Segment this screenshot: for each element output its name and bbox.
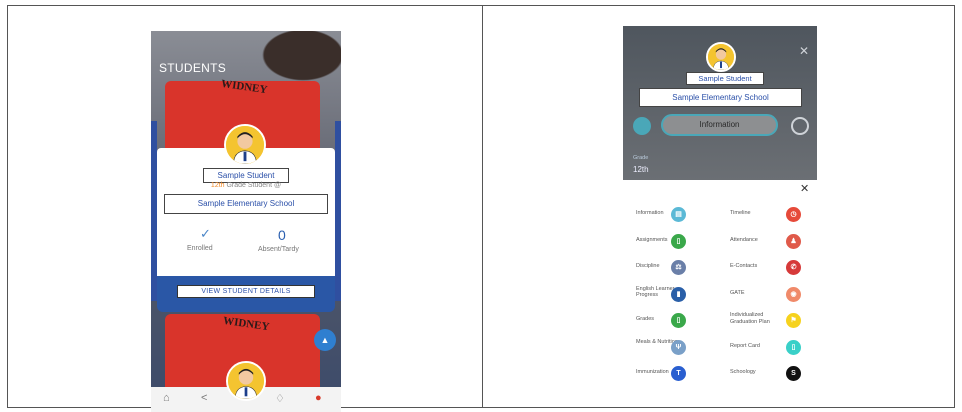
menu-item[interactable]: Information ▤ bbox=[636, 206, 716, 224]
student-name: Sample Student bbox=[203, 168, 289, 183]
menu-item-label: Attendance bbox=[730, 236, 758, 243]
utensils-icon: Ψ bbox=[671, 339, 686, 355]
grade-suffix: Grade Student @ bbox=[224, 182, 282, 189]
profile-icon[interactable]: ● bbox=[315, 392, 322, 404]
share-icon[interactable]: < bbox=[201, 392, 207, 404]
menu-item-label: GATE bbox=[730, 289, 745, 296]
bell-icon[interactable]: ♢ bbox=[275, 392, 285, 405]
student-name: Sample Student bbox=[686, 72, 764, 85]
menu-item-label: Schoology bbox=[730, 369, 756, 375]
avatar-icon bbox=[228, 363, 264, 399]
chevron-up-icon: ▲ bbox=[320, 335, 330, 345]
menu-item[interactable]: Individualized Graduation Plan ⚑ bbox=[730, 312, 810, 330]
menu-item[interactable]: Grades ▯ bbox=[636, 312, 716, 330]
clipboard-icon: ▯ bbox=[671, 233, 686, 249]
menu-item[interactable]: Discipline ⚖ bbox=[636, 259, 716, 277]
grade-label: Grade bbox=[633, 155, 649, 161]
menu-item[interactable]: Report Card ▯ bbox=[730, 339, 810, 357]
school-name: Sample Elementary School bbox=[639, 88, 802, 107]
school-name: Sample Elementary School bbox=[164, 194, 328, 214]
menu-close-icon[interactable]: ✕ bbox=[800, 182, 809, 195]
id-card-icon: ▤ bbox=[671, 207, 686, 222]
view-student-details-button[interactable]: VIEW STUDENT DETAILS bbox=[177, 285, 315, 298]
avatar-icon bbox=[708, 44, 734, 70]
menu-item[interactable]: Immunization T bbox=[636, 365, 716, 383]
menu-item[interactable]: Attendance ♟ bbox=[730, 233, 810, 251]
phone-icon: ✆ bbox=[786, 260, 801, 275]
syringe-icon: T bbox=[671, 366, 686, 381]
students-screen: STUDENTS WIDNEY Sample Student 12th Grad… bbox=[151, 31, 341, 412]
menu-item[interactable]: Timeline ◷ bbox=[730, 206, 810, 224]
page-title: STUDENTS bbox=[159, 61, 227, 75]
avatar-icon bbox=[226, 126, 264, 164]
report-icon: ▯ bbox=[671, 313, 686, 328]
menu-item[interactable]: English Learner Progress ▮ bbox=[636, 286, 716, 304]
figure-divider bbox=[482, 5, 483, 408]
information-tab[interactable]: Information bbox=[661, 114, 778, 136]
grade-value: 12th bbox=[633, 165, 649, 174]
absent-count: 0 bbox=[278, 227, 286, 243]
scroll-up-button[interactable]: ▲ bbox=[314, 329, 336, 351]
menu-button[interactable] bbox=[791, 117, 809, 135]
menu-item[interactable]: GATE ◉ bbox=[730, 286, 810, 304]
menu-item-label: Individualized Graduation Plan bbox=[730, 312, 770, 325]
check-icon: ✓ bbox=[200, 226, 211, 241]
menu-item-label: E-Contacts bbox=[730, 263, 758, 269]
gate-icon: ◉ bbox=[786, 286, 801, 302]
gavel-icon: ⚖ bbox=[671, 260, 686, 275]
nav-left-button[interactable] bbox=[633, 117, 651, 135]
enrolled-label: Enrolled bbox=[187, 245, 213, 252]
timeline-icon: ◷ bbox=[786, 207, 801, 222]
menu-item[interactable]: E-Contacts ✆ bbox=[730, 259, 810, 277]
flag-icon: ⚑ bbox=[786, 313, 801, 328]
student-menu-screen: ✕ Sample Student Sample Elementary Schoo… bbox=[623, 26, 817, 406]
report-card-icon: ▯ bbox=[786, 339, 801, 355]
side-strip-right bbox=[335, 121, 341, 301]
menu-item-label: Report Card bbox=[730, 342, 760, 349]
grade-line: 12th Grade Student @ bbox=[181, 182, 311, 189]
schoology-icon: S bbox=[786, 366, 801, 381]
grade-value: 12th bbox=[210, 182, 225, 189]
student-avatar[interactable] bbox=[224, 124, 266, 166]
menu-item[interactable]: Schoology S bbox=[730, 365, 810, 383]
book-icon: ▮ bbox=[671, 286, 686, 302]
menu-item[interactable]: Assignments ▯ bbox=[636, 233, 716, 251]
attendance-icon: ♟ bbox=[786, 233, 801, 249]
home-icon[interactable]: ⌂ bbox=[163, 392, 170, 404]
absent-label: Absent/Tardy bbox=[258, 246, 299, 253]
close-icon[interactable]: ✕ bbox=[799, 44, 809, 58]
menu-item[interactable]: Meals & Nutrition Ψ bbox=[636, 339, 716, 357]
student-avatar-2[interactable] bbox=[226, 361, 266, 401]
menu-item-label: Timeline bbox=[730, 210, 751, 216]
student-avatar bbox=[706, 42, 736, 72]
